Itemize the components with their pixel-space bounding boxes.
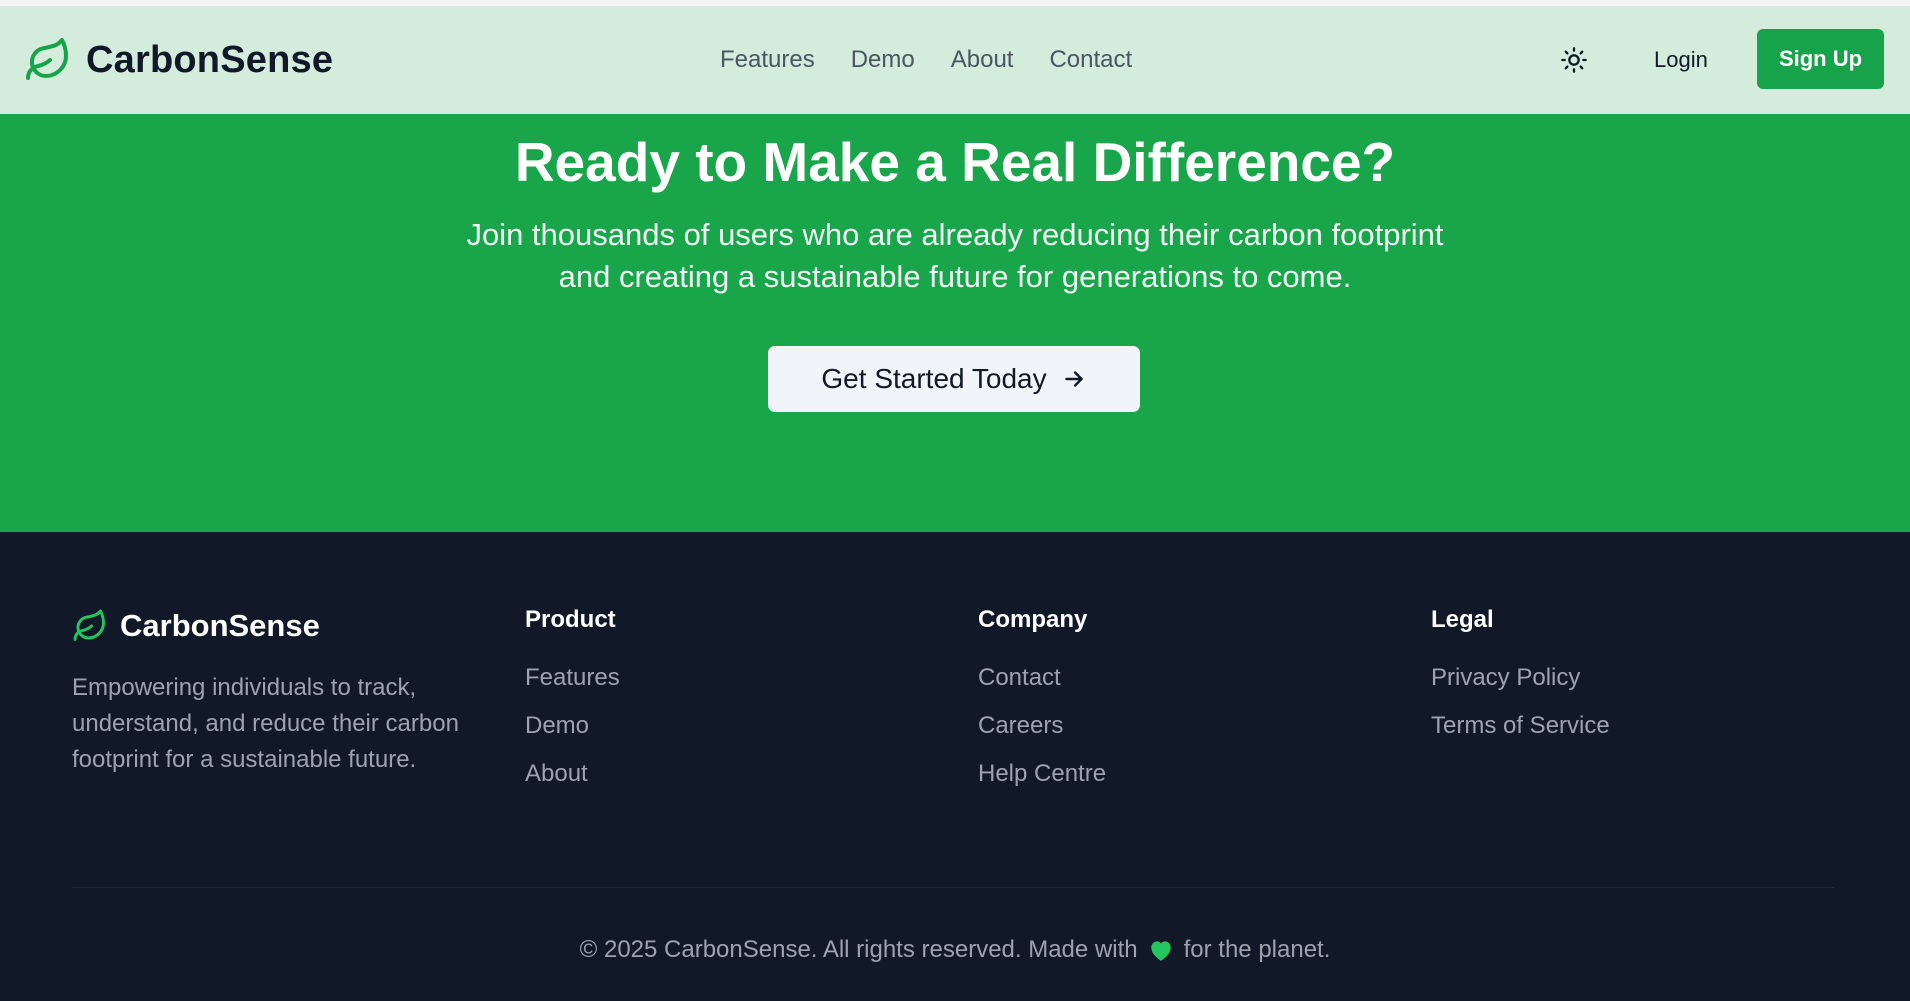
navbar: CarbonSense Features Demo About Contact … [0,6,1910,114]
theme-toggle-button[interactable] [1558,44,1590,76]
footer-link-terms-of-service[interactable]: Terms of Service [1431,712,1610,760]
footer-column-title: Legal [1431,606,1494,633]
footer-column-title: Company [978,606,1088,633]
sun-icon [1560,46,1588,74]
footer-brand[interactable]: CarbonSense [72,608,320,644]
get-started-button[interactable]: Get Started Today [768,346,1140,412]
footer-brand-name: CarbonSense [120,608,320,643]
green-heart-icon [1148,938,1174,962]
copyright-text: © 2025 CarbonSense. All rights reserved.… [0,936,1910,964]
footer-link-features[interactable]: Features [525,664,620,712]
nav-contact-link[interactable]: Contact [1049,46,1132,74]
nav-about-link[interactable]: About [951,46,1014,74]
arrow-right-icon [1061,366,1087,392]
footer-column-product: Product Features Demo About [525,606,620,808]
footer-divider [72,887,1834,888]
signup-button[interactable]: Sign Up [1757,29,1884,89]
footer-link-contact[interactable]: Contact [978,664,1106,712]
footer-link-demo[interactable]: Demo [525,712,620,760]
nav-features-link[interactable]: Features [720,46,815,74]
footer: CarbonSense Empowering individuals to tr… [0,532,1910,1001]
brand-name: CarbonSense [86,38,334,81]
brand-logo[interactable]: CarbonSense [24,6,333,114]
hero-subtitle: Join thousands of users who are already … [466,217,1444,294]
footer-link-help-centre[interactable]: Help Centre [978,760,1106,808]
leaf-icon [24,36,72,84]
copyright-suffix: for the planet. [1183,936,1331,963]
footer-link-about[interactable]: About [525,760,620,808]
footer-column-legal: Legal Privacy Policy Terms of Service [1431,606,1610,760]
footer-link-careers[interactable]: Careers [978,712,1106,760]
cta-hero-section: Ready to Make a Real Difference? Join th… [0,114,1910,532]
login-button[interactable]: Login [1654,44,1708,76]
main-nav: Features Demo About Contact [720,6,1132,114]
nav-demo-link[interactable]: Demo [851,46,915,74]
leaf-icon [72,608,108,644]
footer-column-title: Product [525,606,616,633]
footer-link-privacy-policy[interactable]: Privacy Policy [1431,664,1610,712]
copyright-prefix: © 2025 CarbonSense. All rights reserved.… [579,936,1138,963]
footer-column-company: Company Contact Careers Help Centre [978,606,1106,808]
get-started-label: Get Started Today [821,363,1047,394]
footer-description: Empowering individuals to track, underst… [72,674,459,773]
hero-title: Ready to Make a Real Difference? [514,131,1396,193]
